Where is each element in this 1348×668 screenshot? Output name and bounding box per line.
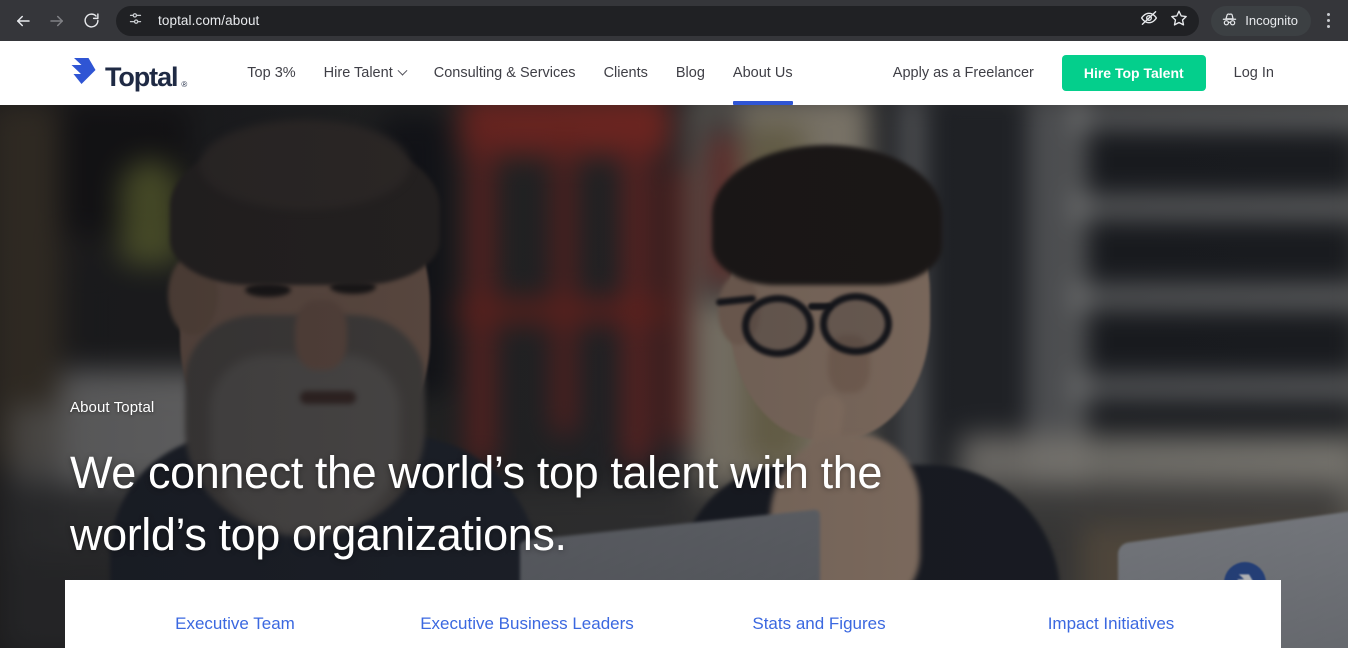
chevron-down-icon bbox=[397, 65, 408, 76]
toptal-chevron-logo-icon bbox=[70, 56, 97, 91]
nav-item-consulting-services[interactable]: Consulting & Services bbox=[420, 41, 590, 105]
logo-registered-mark: ® bbox=[181, 79, 188, 89]
nav-item-top-3-percent[interactable]: Top 3% bbox=[233, 41, 309, 105]
three-dot-menu-icon bbox=[1326, 13, 1330, 28]
hero-overlay-scrim bbox=[0, 105, 1348, 648]
anchor-link-impact-initiatives[interactable]: Impact Initiatives bbox=[965, 614, 1257, 634]
header-actions: Apply as a Freelancer Hire Top Talent Lo… bbox=[879, 55, 1288, 91]
omnibox-actions bbox=[1135, 7, 1193, 35]
nav-label: Blog bbox=[675, 65, 705, 81]
url-text[interactable]: toptal.com/about bbox=[158, 13, 1129, 28]
forward-button[interactable] bbox=[40, 4, 74, 38]
hire-top-talent-button[interactable]: Hire Top Talent bbox=[1061, 55, 1206, 91]
incognito-label: Incognito bbox=[1245, 13, 1298, 28]
anchor-links: Executive Team Executive Business Leader… bbox=[65, 614, 1281, 634]
site-header: Toptal ® Top 3% Hire Talent Consulting &… bbox=[0, 41, 1348, 105]
anchor-link-executive-team[interactable]: Executive Team bbox=[89, 614, 381, 634]
login-link[interactable]: Log In bbox=[1220, 65, 1288, 81]
nav-item-blog[interactable]: Blog bbox=[662, 41, 719, 105]
anchor-link-stats-and-figures[interactable]: Stats and Figures bbox=[673, 614, 965, 634]
nav-label: Clients bbox=[603, 65, 648, 81]
reload-button[interactable] bbox=[74, 4, 108, 38]
back-arrow-icon bbox=[14, 12, 32, 30]
incognito-hat-icon bbox=[1221, 11, 1238, 31]
eye-slash-icon bbox=[1140, 9, 1158, 32]
browser-chrome: toptal.com/about Incognito bbox=[0, 0, 1348, 41]
hero-eyebrow: About Toptal bbox=[70, 398, 155, 416]
bookmark-button[interactable] bbox=[1165, 7, 1193, 35]
hero-background-image: Toptal. bbox=[0, 105, 1348, 648]
tune-icon bbox=[128, 11, 143, 31]
hero-section: Toptal. About Toptal We connect the worl… bbox=[0, 105, 1348, 648]
forward-arrow-icon bbox=[48, 12, 66, 30]
nav-label: About Us bbox=[732, 65, 793, 81]
back-button[interactable] bbox=[6, 4, 40, 38]
nav-item-about-us[interactable]: About Us bbox=[719, 41, 807, 105]
browser-menu-button[interactable] bbox=[1313, 4, 1343, 38]
nav-label: Top 3% bbox=[247, 65, 296, 81]
browser-nav-buttons bbox=[0, 4, 108, 38]
site-settings-button[interactable] bbox=[123, 8, 148, 33]
hero-copy: About Toptal We connect the world’s top … bbox=[70, 399, 890, 566]
hero-title: We connect the world’s top talent with t… bbox=[70, 446, 883, 560]
address-bar[interactable]: toptal.com/about bbox=[116, 5, 1200, 36]
anchor-link-executive-business-leaders[interactable]: Executive Business Leaders bbox=[381, 614, 673, 634]
nav-label: Hire Talent bbox=[323, 65, 393, 81]
nav-label: Consulting & Services bbox=[433, 65, 576, 81]
nav-item-hire-talent[interactable]: Hire Talent bbox=[310, 41, 420, 105]
toptal-logo[interactable]: Toptal ® bbox=[70, 56, 187, 91]
main-navigation: Top 3% Hire Talent Consulting & Services… bbox=[233, 41, 806, 105]
reload-icon bbox=[83, 12, 100, 29]
star-icon bbox=[1170, 9, 1188, 32]
tracking-protection-button[interactable] bbox=[1135, 7, 1163, 35]
logo-wordmark: Toptal bbox=[105, 61, 178, 92]
nav-item-clients[interactable]: Clients bbox=[590, 41, 662, 105]
page-anchor-card: Executive Team Executive Business Leader… bbox=[65, 580, 1281, 668]
apply-as-freelancer-link[interactable]: Apply as a Freelancer bbox=[879, 65, 1048, 81]
incognito-indicator[interactable]: Incognito bbox=[1211, 5, 1311, 36]
page-viewport: Toptal ® Top 3% Hire Talent Consulting &… bbox=[0, 41, 1348, 668]
